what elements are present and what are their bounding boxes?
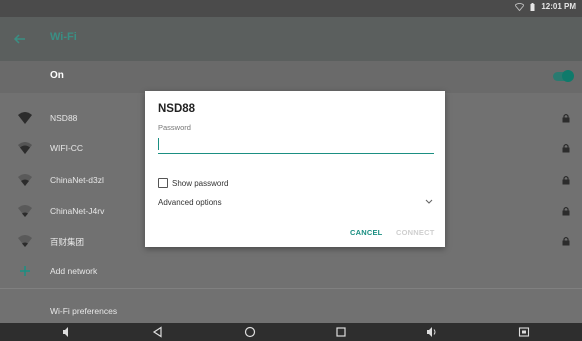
back-arrow-icon[interactable] — [12, 31, 28, 47]
network-name: NSD88 — [50, 113, 78, 123]
advanced-options-toggle[interactable]: Advanced options — [158, 198, 222, 207]
page-title: Wi-Fi — [50, 31, 77, 43]
text-caret — [158, 138, 159, 150]
lock-icon — [562, 113, 570, 123]
network-name: ChinaNet-J4rv — [50, 206, 105, 216]
wifi-preferences-label: Wi-Fi preferences — [50, 306, 118, 316]
screenshot-icon[interactable] — [517, 325, 531, 339]
wifi-signal-icon — [18, 112, 32, 124]
back-icon[interactable] — [151, 325, 165, 339]
wifi-status-icon — [515, 2, 525, 11]
add-network-row[interactable]: Add network — [0, 256, 582, 286]
dialog-title: NSD88 — [158, 103, 196, 115]
volume-up-icon[interactable] — [425, 325, 439, 339]
lock-icon — [562, 175, 570, 185]
wifi-signal-icon — [18, 235, 32, 247]
clock: 12:01 PM — [541, 2, 576, 11]
wifi-password-dialog: NSD88 Password Show password Advanced op… — [145, 91, 445, 247]
wifi-preferences-row[interactable]: Wi-Fi preferences — [0, 296, 582, 326]
navigation-bar — [0, 323, 582, 341]
battery-icon — [530, 2, 535, 11]
divider — [0, 288, 582, 289]
volume-down-icon[interactable] — [60, 325, 74, 339]
show-password-checkbox[interactable] — [158, 178, 168, 188]
show-password-label: Show password — [172, 178, 229, 188]
status-icons: 12:01 PM — [515, 2, 576, 11]
lock-icon — [562, 236, 570, 246]
wifi-signal-icon — [18, 174, 32, 186]
password-input[interactable] — [158, 135, 434, 154]
add-network-label: Add network — [50, 266, 98, 276]
switch-label: On — [50, 70, 64, 81]
status-bar: 12:01 PM — [0, 0, 582, 17]
toggle-knob — [562, 70, 574, 82]
lock-icon — [562, 206, 570, 216]
connect-button[interactable]: CONNECT — [396, 228, 434, 237]
recent-apps-icon[interactable] — [334, 325, 348, 339]
screen: 12:01 PM Wi-Fi On NSD88 WIFI-CC ChinaNet… — [0, 0, 582, 341]
wifi-signal-icon — [18, 142, 32, 154]
wifi-toggle[interactable] — [553, 70, 574, 82]
wifi-master-switch-row[interactable]: On — [0, 61, 582, 93]
home-icon[interactable] — [243, 325, 257, 339]
network-name: ChinaNet-d3zl — [50, 175, 104, 185]
cancel-button[interactable]: CANCEL — [350, 228, 382, 237]
chevron-down-icon[interactable] — [425, 199, 433, 205]
network-name: WIFI-CC — [50, 143, 84, 153]
app-bar: Wi-Fi — [0, 17, 582, 61]
wifi-signal-icon — [18, 205, 32, 217]
plus-icon — [20, 266, 30, 276]
network-name: 百财集团 — [50, 237, 85, 247]
password-label: Password — [158, 123, 191, 132]
lock-icon — [562, 143, 570, 153]
show-password-checkbox-row[interactable]: Show password — [158, 178, 228, 188]
